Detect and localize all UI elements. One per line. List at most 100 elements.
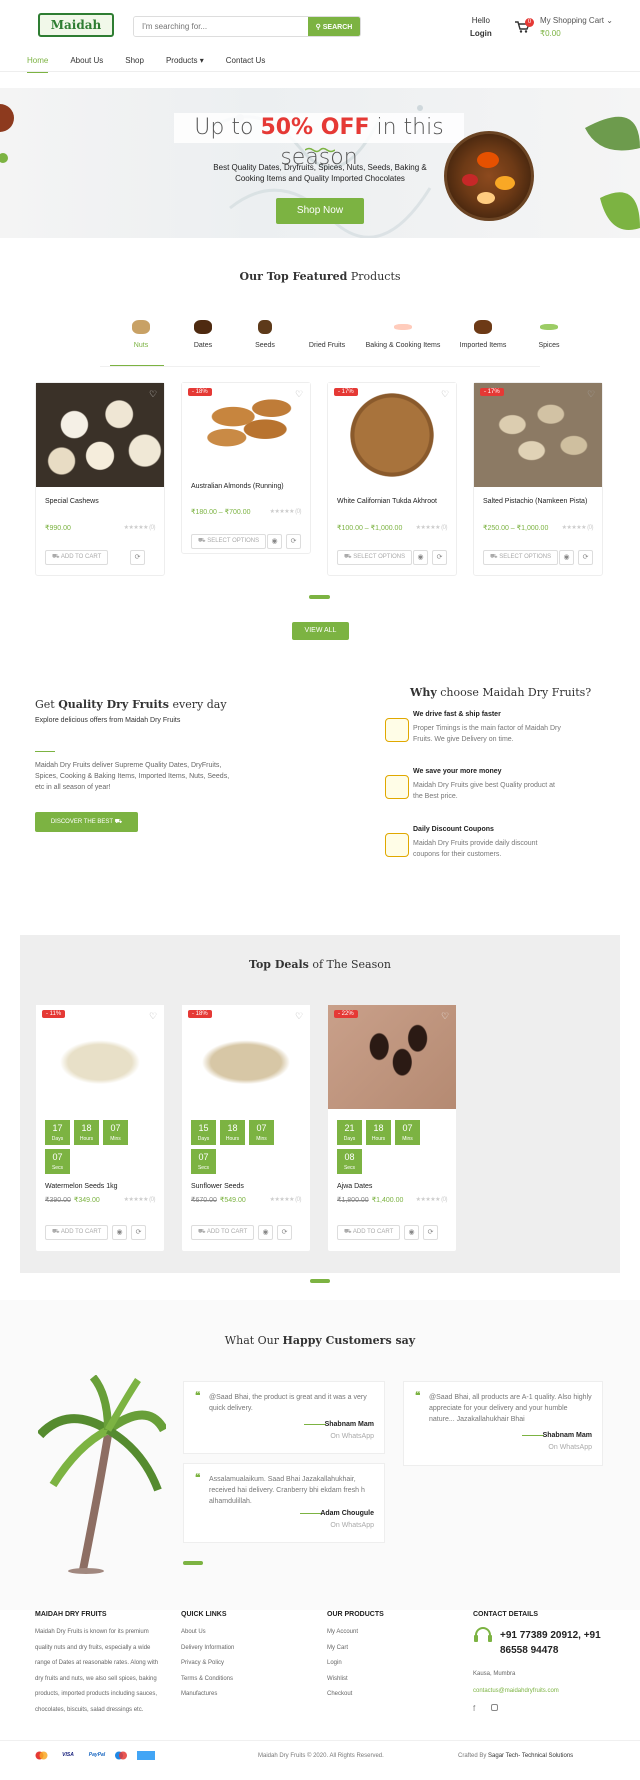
countdown-hours: 18 Hours xyxy=(220,1120,245,1145)
cart-summary[interactable]: My Shopping Cart ⌄ ₹0.00 xyxy=(540,16,613,38)
add-to-cart-button[interactable]: ⛟ ADD TO CART xyxy=(337,1225,401,1240)
instagram-icon[interactable] xyxy=(491,1704,498,1711)
footer-link[interactable]: Terms & Conditions xyxy=(181,1672,234,1688)
product-card[interactable]: - 17% ♡ Salted Pistachio (Namkeen Pista)… xyxy=(473,382,603,576)
product-name[interactable]: Watermelon Seeds 1kg xyxy=(45,1183,157,1190)
product-image[interactable] xyxy=(474,383,602,487)
footer-link[interactable]: Checkout xyxy=(327,1687,358,1703)
compare-icon[interactable]: ⟳ xyxy=(131,1225,146,1240)
deal-card[interactable]: - 11% ♡ 17 Days 18 Hours 07 Mins 07 Secs Wat… xyxy=(35,1004,165,1252)
deal-card[interactable]: - 22% ♡ 21 Days 18 Hours 07 Mins 08 Secs Ajw… xyxy=(327,1004,457,1252)
add-to-cart-button[interactable]: ⛟ ADD TO CART xyxy=(191,1225,255,1240)
account-link[interactable]: Hello Login xyxy=(470,16,492,38)
footer-link[interactable]: My Cart xyxy=(327,1641,358,1657)
product-name[interactable]: Salted Pistachio (Namkeen Pista) xyxy=(483,498,595,505)
testimonial-text: Assalamualaikum. Saad Bhai Jazakallahukh… xyxy=(209,1476,365,1505)
compare-icon[interactable]: ⟳ xyxy=(423,1225,438,1240)
wishlist-icon[interactable]: ♡ xyxy=(441,1012,450,1021)
site-logo[interactable]: Maidah xyxy=(38,13,114,37)
compare-icon[interactable]: ⟳ xyxy=(578,550,593,565)
quote-icon: ❝ xyxy=(195,1391,201,1402)
testimonial-card: ❝ @Saad Bhai, the product is great and i… xyxy=(183,1381,385,1454)
shop-now-button[interactable]: Shop Now xyxy=(276,198,364,224)
wishlist-icon[interactable]: ♡ xyxy=(295,1012,304,1021)
promo-subheading: Explore delicious offers from Maidah Dry… xyxy=(35,717,181,724)
facebook-icon[interactable]: f xyxy=(473,1704,475,1713)
why-heading: Why choose Maidah Dry Fruits? xyxy=(410,686,592,699)
footer-link[interactable]: Manufactures xyxy=(181,1687,234,1703)
tab-imported[interactable]: Imported Items xyxy=(448,320,518,349)
product-name[interactable]: White Californian Tukda Akhroot xyxy=(337,498,449,505)
countdown-days: 15 Days xyxy=(191,1120,216,1145)
product-image[interactable] xyxy=(36,1005,164,1109)
tab-dates[interactable]: Dates xyxy=(172,320,234,349)
footer-link[interactable]: Delivery Information xyxy=(181,1641,234,1657)
contact-phone[interactable]: +91 77389 20912, +91 86558 94478 xyxy=(500,1628,610,1658)
select-options-button[interactable]: ⛟ SELECT OPTIONS xyxy=(337,550,413,565)
quick-view-icon[interactable]: ◉ xyxy=(258,1225,273,1240)
product-name[interactable]: Special Cashews xyxy=(45,498,157,505)
testimonial-author: Adam Chougule xyxy=(320,1510,374,1517)
quick-view-icon[interactable]: ◉ xyxy=(413,550,428,565)
rating-stars: ★★★★★ (0) xyxy=(415,1197,448,1203)
quick-view-icon[interactable]: ◉ xyxy=(112,1225,127,1240)
carousel-pagination[interactable] xyxy=(183,1561,203,1565)
countdown-mins: 07 Mins xyxy=(249,1120,274,1145)
add-to-cart-button[interactable]: ⛟ ADD TO CART xyxy=(45,1225,109,1240)
tab-nuts[interactable]: Nuts xyxy=(110,320,172,349)
product-image[interactable] xyxy=(328,383,456,487)
wishlist-icon[interactable]: ♡ xyxy=(587,390,596,399)
footer-link[interactable]: Login xyxy=(327,1656,358,1672)
tab-seeds[interactable]: Seeds xyxy=(234,320,296,349)
footer-link[interactable]: Wishlist xyxy=(327,1672,358,1688)
product-card[interactable]: ♡ Special Cashews ₹990.00 ★★★★★ (0) ⛟ AD… xyxy=(35,382,165,576)
login-link[interactable]: Login xyxy=(470,29,492,38)
tab-dried-fruits[interactable]: Dried Fruits xyxy=(296,320,358,349)
feature-description: Proper Timings is the main factor of Mai… xyxy=(413,725,561,743)
wishlist-icon[interactable]: ♡ xyxy=(441,390,450,399)
quote-icon: ❝ xyxy=(415,1391,421,1402)
footer-link[interactable]: About Us xyxy=(181,1625,234,1641)
rating-stars: ★★★★★ (0) xyxy=(269,1197,302,1203)
select-options-button[interactable]: ⛟ SELECT OPTIONS xyxy=(483,550,559,565)
quick-view-icon[interactable]: ◉ xyxy=(404,1225,419,1240)
wishlist-icon[interactable]: ♡ xyxy=(295,390,304,399)
hero-subtitle: Best Quality Dates, Dryfruits, Spices, N… xyxy=(213,163,427,183)
quick-view-icon[interactable]: ◉ xyxy=(267,534,282,549)
search-button[interactable]: ⚲ SEARCH xyxy=(308,17,360,36)
quick-view-icon[interactable]: ◉ xyxy=(559,550,574,565)
view-all-button[interactable]: VIEW ALL xyxy=(292,622,349,640)
headset-icon xyxy=(474,1627,492,1642)
footer-link[interactable]: Privacy & Policy xyxy=(181,1656,234,1672)
compare-icon[interactable]: ⟳ xyxy=(286,534,301,549)
search-input[interactable] xyxy=(134,17,308,36)
product-image[interactable] xyxy=(36,383,164,487)
wishlist-icon[interactable]: ♡ xyxy=(149,1012,158,1021)
product-image[interactable] xyxy=(328,1005,456,1109)
product-image[interactable] xyxy=(182,1005,310,1109)
tab-baking-cooking[interactable]: Baking & Cooking Items xyxy=(358,320,448,349)
product-card[interactable]: - 18% ♡ Australian Almonds (Running) ₹18… xyxy=(181,382,311,554)
carousel-pagination[interactable] xyxy=(310,1279,330,1283)
compare-icon[interactable]: ⟳ xyxy=(277,1225,292,1240)
product-name[interactable]: Sunflower Seeds xyxy=(191,1183,303,1190)
deal-card[interactable]: - 18% ♡ 15 Days 18 Hours 07 Mins 07 Secs Sun… xyxy=(181,1004,311,1252)
footer-link[interactable]: My Account xyxy=(327,1625,358,1641)
product-name[interactable]: Australian Almonds (Running) xyxy=(191,483,303,490)
contact-email[interactable]: contactus@maidahdryfruits.com xyxy=(473,1688,559,1694)
compare-icon[interactable]: ⟳ xyxy=(432,550,447,565)
product-card[interactable]: - 17% ♡ White Californian Tukda Akhroot … xyxy=(327,382,457,576)
feature-title: We save your more money xyxy=(413,768,502,775)
header-divider xyxy=(0,71,640,72)
carousel-pagination[interactable] xyxy=(309,595,330,599)
discover-best-button[interactable]: DISCOVER THE BEST ⛟ xyxy=(35,812,138,832)
add-to-cart-button[interactable]: ⛟ ADD TO CART xyxy=(45,550,109,565)
product-name[interactable]: Ajwa Dates xyxy=(337,1183,449,1190)
select-options-button[interactable]: ⛟ SELECT OPTIONS xyxy=(191,534,267,549)
tab-spices[interactable]: Spices xyxy=(518,320,580,349)
compare-icon[interactable]: ⟳ xyxy=(130,550,145,565)
crafted-by-link[interactable]: Sagar Tech- Technical Solutions xyxy=(488,1753,573,1759)
product-price: ₹670.00 ₹549.00 xyxy=(191,1197,246,1204)
wishlist-icon[interactable]: ♡ xyxy=(149,390,158,399)
dates-icon xyxy=(194,320,212,334)
